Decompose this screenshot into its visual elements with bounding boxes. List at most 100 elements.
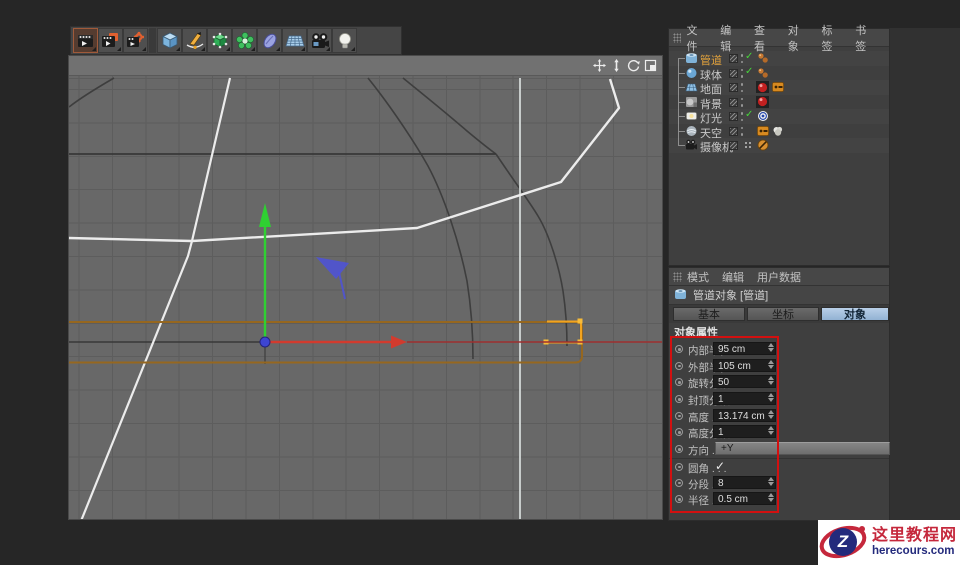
add-cube-primitive-button[interactable] [157,28,182,53]
light-object-icon [685,110,698,122]
subdivision-surface-button[interactable] [207,28,232,53]
floor-object-icon [685,81,698,93]
watermark-logo: Z [818,521,870,565]
phong-tag-icon[interactable] [756,67,769,79]
rotate-icon[interactable] [626,59,640,73]
visibility-dots[interactable] [740,83,744,92]
layer-swatch[interactable] [729,83,738,92]
object-list: 管道 ✓ 球体 ✓ 地面 背景 灯光 ✓ 天空 摄像机 [669,51,889,154]
bend-deformer-icon [263,33,276,48]
visibility-dots[interactable] [740,126,744,136]
object-row-sky[interactable]: 天空 [669,124,889,140]
spline-pen-icon [186,31,203,49]
object-row-sphere[interactable]: 球体 ✓ [669,66,889,82]
visibility-dots[interactable] [740,54,744,63]
watermark-site-name: 这里教程网 [872,527,958,545]
menu-edit[interactable]: 编辑 [720,22,741,54]
layer-swatch[interactable] [729,97,738,107]
cube-icon [161,32,178,49]
layer-swatch[interactable] [729,68,738,78]
menu-objects[interactable]: 对象 [788,22,809,54]
sky-object-icon [685,125,698,137]
attribute-object-title-row: 管道对象 [管道] [669,286,889,305]
layer-swatch[interactable] [729,54,738,63]
dolly-icon[interactable] [609,59,623,73]
layer-swatch[interactable] [729,141,738,150]
array-flower-icon [235,31,254,49]
visibility-dots[interactable] [744,141,752,149]
pipe-object-icon [685,52,698,64]
panel-background [890,28,960,521]
visibility-dots[interactable] [740,68,744,78]
object-row-background[interactable]: 背景 [669,95,889,111]
render-settings-button[interactable] [123,28,148,53]
object-row-pipe[interactable]: 管道 ✓ [669,51,889,67]
light-bulb-icon [338,32,351,48]
menu-mode[interactable]: 模式 [687,269,709,285]
menu-bookmarks[interactable]: 书签 [855,22,876,54]
panel-grip-icon[interactable] [673,271,682,282]
scene-wireframe [69,77,662,519]
menu-user-data[interactable]: 用户数据 [757,269,801,285]
background-object-icon [685,96,698,108]
pan-icon[interactable] [592,59,606,73]
tab-basic[interactable]: 基本 [673,307,745,321]
attribute-tabs: 基本 坐标 对象 [669,305,889,323]
material-tag-icon[interactable] [756,95,769,108]
tab-coordinates[interactable]: 坐标 [747,307,819,321]
object-row-floor[interactable]: 地面 [669,80,889,96]
toolbar-separator [149,28,156,53]
object-manager-panel: 文件 编辑 查看 对象 标签 书签 管道 ✓ 球体 ✓ 地面 背景 灯光 ✓ 天… [668,25,890,266]
compositing-tag-icon[interactable] [771,81,784,93]
viewport[interactable] [68,55,663,520]
light-object-button[interactable] [332,28,357,53]
application-window: 文件 编辑 查看 对象 标签 书签 管道 ✓ 球体 ✓ 地面 背景 灯光 ✓ 天… [0,0,960,565]
tab-object[interactable]: 对象 [821,307,889,321]
menu-file[interactable]: 文件 [686,22,707,54]
layer-swatch[interactable] [729,126,738,136]
camera-object-button[interactable] [307,28,332,53]
enabled-check-icon[interactable]: ✓ [745,109,753,120]
compositing-tag-icon[interactable] [756,125,769,137]
watermark: Z 这里教程网 herecours.com [818,520,960,565]
watermark-site-url: herecours.com [872,544,955,557]
sphere-object-icon [685,67,698,79]
phong-tag-icon[interactable] [756,52,769,64]
floor-icon [285,35,304,46]
target-tag-icon[interactable] [756,110,769,122]
render-to-picture-viewer-icon [102,33,118,47]
menu-edit[interactable]: 编辑 [722,269,744,285]
sky-material-tag-icon[interactable] [771,125,784,137]
subdivision-surface-icon [212,32,227,48]
viewport-header [69,56,662,76]
render-view-icon [78,35,93,47]
camera-icon [311,32,329,48]
material-tag-icon[interactable] [756,81,769,93]
camera-object-icon [685,139,698,151]
menu-tags[interactable]: 标签 [821,22,842,54]
visibility-dots[interactable] [740,112,744,121]
object-manager-menubar: 文件 编辑 查看 对象 标签 书签 [669,25,889,53]
panel-grip-icon[interactable] [673,32,682,43]
attribute-object-title: 管道对象 [管道] [693,290,769,302]
object-row-light[interactable]: 灯光 ✓ [669,109,889,125]
modeling-commands-button[interactable] [232,28,257,53]
enabled-check-icon[interactable]: ✓ [745,51,753,62]
visibility-dots[interactable] [740,97,744,107]
protection-tag-icon[interactable] [756,139,769,151]
floor-object-button[interactable] [282,28,307,53]
enabled-check-icon[interactable]: ✓ [745,66,753,77]
toggle-view-icon[interactable] [643,59,657,73]
pipe-object-icon [674,288,687,303]
attribute-highlight-box [670,336,779,513]
deformer-button[interactable] [257,28,282,53]
spline-pen-button[interactable] [182,28,207,53]
render-to-picture-viewer-button[interactable] [98,28,123,53]
render-settings-icon [127,31,144,47]
layer-swatch[interactable] [729,112,738,121]
render-view-button[interactable] [73,28,98,53]
main-toolbar [70,26,402,55]
object-row-camera[interactable]: 摄像机 [669,138,889,154]
viewport-canvas[interactable] [69,76,662,519]
menu-view[interactable]: 查看 [754,22,775,54]
